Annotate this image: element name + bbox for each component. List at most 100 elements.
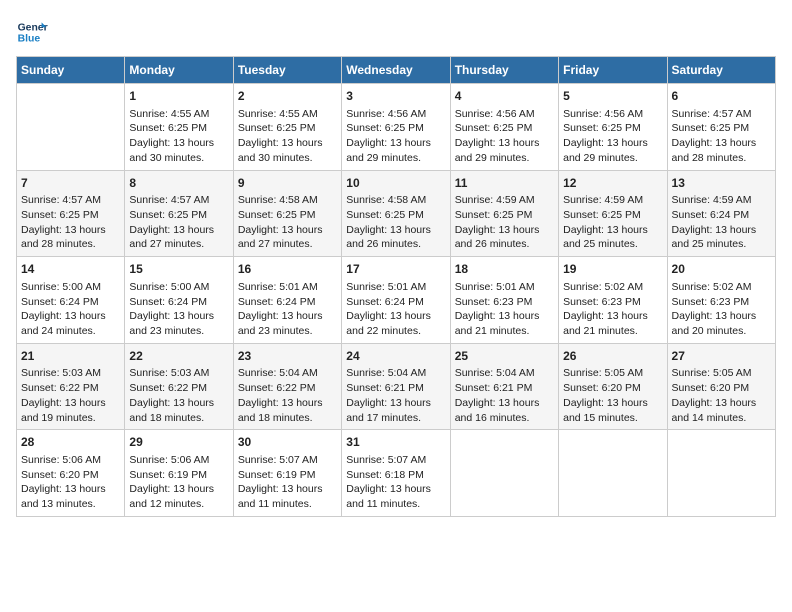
header-cell-friday: Friday <box>559 57 667 84</box>
day-info: Sunrise: 5:07 AM Sunset: 6:18 PM Dayligh… <box>346 453 445 512</box>
header-cell-thursday: Thursday <box>450 57 558 84</box>
day-info: Sunrise: 5:02 AM Sunset: 6:23 PM Dayligh… <box>563 280 662 339</box>
day-number: 12 <box>563 175 662 192</box>
day-number: 2 <box>238 88 337 105</box>
day-number: 3 <box>346 88 445 105</box>
day-info: Sunrise: 5:05 AM Sunset: 6:20 PM Dayligh… <box>672 366 771 425</box>
calendar-cell: 2Sunrise: 4:55 AM Sunset: 6:25 PM Daylig… <box>233 84 341 171</box>
calendar-cell: 23Sunrise: 5:04 AM Sunset: 6:22 PM Dayli… <box>233 343 341 430</box>
day-number: 15 <box>129 261 228 278</box>
calendar-cell: 30 Sunrise: 5:07 AM Sunset: 6:19 PM Dayli… <box>233 430 341 517</box>
calendar-table: SundayMondayTuesdayWednesdayThursdayFrid… <box>16 56 776 517</box>
header-cell-wednesday: Wednesday <box>342 57 450 84</box>
day-info: Sunrise: 4:55 AM Sunset: 6:25 PM Dayligh… <box>129 107 228 166</box>
logo: General Blue <box>16 16 48 48</box>
calendar-cell: 12Sunrise: 4:59 AM Sunset: 6:25 PM Dayli… <box>559 170 667 257</box>
day-number: 6 <box>672 88 771 105</box>
day-info: Sunrise: 5:00 AM Sunset: 6:24 PM Dayligh… <box>129 280 228 339</box>
day-number: 8 <box>129 175 228 192</box>
week-row-5: 28 Sunrise: 5:06 AM Sunset: 6:20 PM Dayli… <box>17 430 776 517</box>
day-number: 21 <box>21 348 120 365</box>
week-row-3: 14 Sunrise: 5:00 AM Sunset: 6:24 PM Dayli… <box>17 257 776 344</box>
calendar-cell: 3 Sunrise: 4:56 AM Sunset: 6:25 PM Daylig… <box>342 84 450 171</box>
calendar-cell: 14 Sunrise: 5:00 AM Sunset: 6:24 PM Dayli… <box>17 257 125 344</box>
calendar-cell: 4 Sunrise: 4:56 AM Sunset: 6:25 PM Daylig… <box>450 84 558 171</box>
calendar-cell: 24Sunrise: 5:04 AM Sunset: 6:21 PM Dayli… <box>342 343 450 430</box>
calendar-cell: 1 Sunrise: 4:55 AM Sunset: 6:25 PM Daylig… <box>125 84 233 171</box>
day-number: 28 <box>21 434 120 451</box>
day-number: 13 <box>672 175 771 192</box>
svg-text:General: General <box>18 22 48 33</box>
day-number: 24 <box>346 348 445 365</box>
day-info: Sunrise: 5:06 AM Sunset: 6:20 PM Dayligh… <box>21 453 120 512</box>
day-info: Sunrise: 4:58 AM Sunset: 6:25 PM Dayligh… <box>238 193 337 252</box>
day-info: Sunrise: 5:00 AM Sunset: 6:24 PM Dayligh… <box>21 280 120 339</box>
day-info: Sunrise: 5:04 AM Sunset: 6:21 PM Dayligh… <box>455 366 554 425</box>
day-number: 18 <box>455 261 554 278</box>
day-info: Sunrise: 4:56 AM Sunset: 6:25 PM Dayligh… <box>563 107 662 166</box>
calendar-cell: 10Sunrise: 4:58 AM Sunset: 6:25 PM Dayli… <box>342 170 450 257</box>
day-info: Sunrise: 4:59 AM Sunset: 6:25 PM Dayligh… <box>455 193 554 252</box>
calendar-cell: 9Sunrise: 4:58 AM Sunset: 6:25 PM Daylig… <box>233 170 341 257</box>
calendar-cell: 13Sunrise: 4:59 AM Sunset: 6:24 PM Dayli… <box>667 170 775 257</box>
day-info: Sunrise: 4:59 AM Sunset: 6:25 PM Dayligh… <box>563 193 662 252</box>
day-number: 23 <box>238 348 337 365</box>
day-number: 7 <box>21 175 120 192</box>
day-number: 29 <box>129 434 228 451</box>
header-cell-sunday: Sunday <box>17 57 125 84</box>
day-info: Sunrise: 4:57 AM Sunset: 6:25 PM Dayligh… <box>129 193 228 252</box>
day-info: Sunrise: 5:01 AM Sunset: 6:24 PM Dayligh… <box>346 280 445 339</box>
week-row-1: 1 Sunrise: 4:55 AM Sunset: 6:25 PM Daylig… <box>17 84 776 171</box>
calendar-cell <box>450 430 558 517</box>
calendar-cell: 16 Sunrise: 5:01 AM Sunset: 6:24 PM Dayli… <box>233 257 341 344</box>
calendar-cell: 20 Sunrise: 5:02 AM Sunset: 6:23 PM Dayli… <box>667 257 775 344</box>
calendar-cell: 21Sunrise: 5:03 AM Sunset: 6:22 PM Dayli… <box>17 343 125 430</box>
calendar-cell: 28 Sunrise: 5:06 AM Sunset: 6:20 PM Dayli… <box>17 430 125 517</box>
day-info: Sunrise: 5:06 AM Sunset: 6:19 PM Dayligh… <box>129 453 228 512</box>
header: General Blue <box>16 16 776 48</box>
day-number: 1 <box>129 88 228 105</box>
day-number: 26 <box>563 348 662 365</box>
day-number: 19 <box>563 261 662 278</box>
header-cell-tuesday: Tuesday <box>233 57 341 84</box>
calendar-cell: 7Sunrise: 4:57 AM Sunset: 6:25 PM Daylig… <box>17 170 125 257</box>
day-number: 30 <box>238 434 337 451</box>
svg-text:Blue: Blue <box>18 34 41 45</box>
calendar-cell: 5Sunrise: 4:56 AM Sunset: 6:25 PM Daylig… <box>559 84 667 171</box>
day-number: 25 <box>455 348 554 365</box>
calendar-cell: 26Sunrise: 5:05 AM Sunset: 6:20 PM Dayli… <box>559 343 667 430</box>
day-number: 4 <box>455 88 554 105</box>
calendar-cell: 31Sunrise: 5:07 AM Sunset: 6:18 PM Dayli… <box>342 430 450 517</box>
calendar-cell <box>559 430 667 517</box>
day-number: 27 <box>672 348 771 365</box>
calendar-cell: 6Sunrise: 4:57 AM Sunset: 6:25 PM Daylig… <box>667 84 775 171</box>
calendar-cell: 15 Sunrise: 5:00 AM Sunset: 6:24 PM Dayli… <box>125 257 233 344</box>
day-number: 20 <box>672 261 771 278</box>
day-info: Sunrise: 5:02 AM Sunset: 6:23 PM Dayligh… <box>672 280 771 339</box>
day-info: Sunrise: 5:01 AM Sunset: 6:23 PM Dayligh… <box>455 280 554 339</box>
calendar-cell: 18 Sunrise: 5:01 AM Sunset: 6:23 PM Dayli… <box>450 257 558 344</box>
day-number: 16 <box>238 261 337 278</box>
day-info: Sunrise: 4:56 AM Sunset: 6:25 PM Dayligh… <box>346 107 445 166</box>
day-info: Sunrise: 4:58 AM Sunset: 6:25 PM Dayligh… <box>346 193 445 252</box>
day-info: Sunrise: 4:57 AM Sunset: 6:25 PM Dayligh… <box>21 193 120 252</box>
calendar-cell: 8Sunrise: 4:57 AM Sunset: 6:25 PM Daylig… <box>125 170 233 257</box>
calendar-cell <box>17 84 125 171</box>
calendar-cell <box>667 430 775 517</box>
logo-icon: General Blue <box>16 16 48 48</box>
day-info: Sunrise: 5:03 AM Sunset: 6:22 PM Dayligh… <box>129 366 228 425</box>
day-number: 10 <box>346 175 445 192</box>
day-info: Sunrise: 5:04 AM Sunset: 6:21 PM Dayligh… <box>346 366 445 425</box>
day-info: Sunrise: 4:56 AM Sunset: 6:25 PM Dayligh… <box>455 107 554 166</box>
calendar-cell: 22Sunrise: 5:03 AM Sunset: 6:22 PM Dayli… <box>125 343 233 430</box>
day-info: Sunrise: 5:05 AM Sunset: 6:20 PM Dayligh… <box>563 366 662 425</box>
day-number: 14 <box>21 261 120 278</box>
day-info: Sunrise: 4:59 AM Sunset: 6:24 PM Dayligh… <box>672 193 771 252</box>
calendar-cell: 27Sunrise: 5:05 AM Sunset: 6:20 PM Dayli… <box>667 343 775 430</box>
day-number: 9 <box>238 175 337 192</box>
week-row-2: 7Sunrise: 4:57 AM Sunset: 6:25 PM Daylig… <box>17 170 776 257</box>
day-number: 22 <box>129 348 228 365</box>
day-info: Sunrise: 5:07 AM Sunset: 6:19 PM Dayligh… <box>238 453 337 512</box>
day-info: Sunrise: 5:01 AM Sunset: 6:24 PM Dayligh… <box>238 280 337 339</box>
calendar-cell: 17Sunrise: 5:01 AM Sunset: 6:24 PM Dayli… <box>342 257 450 344</box>
